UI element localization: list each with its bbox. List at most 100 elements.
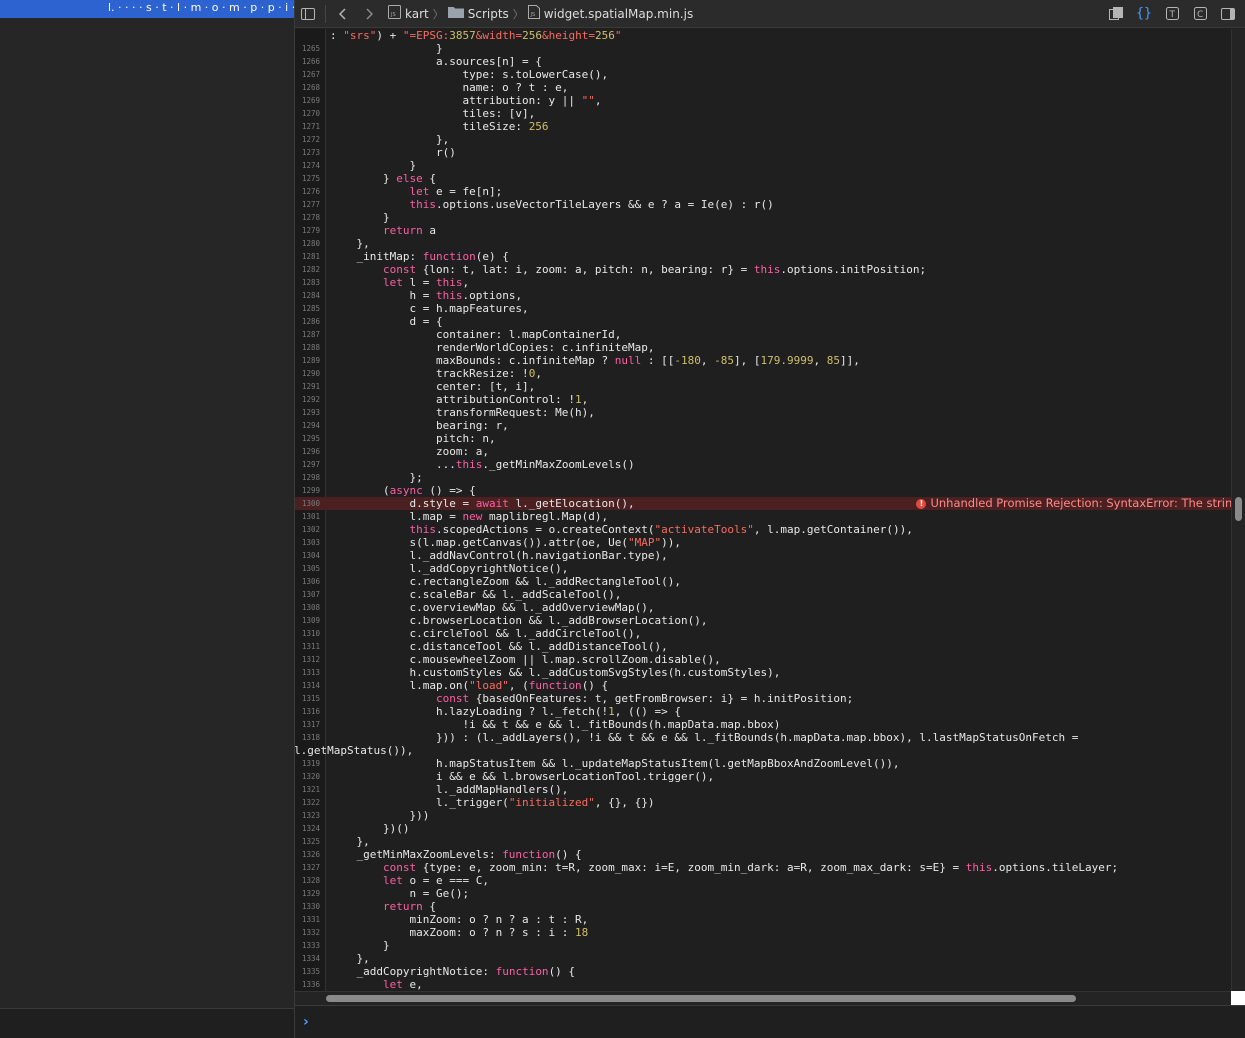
line-number[interactable]: 1323	[295, 809, 320, 822]
toggle-navigation-sidebar-button[interactable]	[295, 3, 321, 25]
line-number[interactable]: 1325	[295, 835, 320, 848]
line-number[interactable]: 1278	[295, 211, 320, 224]
line-number[interactable]: 1335	[295, 965, 320, 978]
line-number[interactable]: 1326	[295, 848, 320, 861]
line-number[interactable]: 1328	[295, 874, 320, 887]
line-number[interactable]: 1297	[295, 458, 320, 471]
line-number[interactable]: 1310	[295, 627, 320, 640]
line-number[interactable]: 1312	[295, 653, 320, 666]
line-number[interactable]: 1331	[295, 913, 320, 926]
line-number[interactable]: 1330	[295, 900, 320, 913]
breadcrumb-item-scripts[interactable]: Scripts	[468, 7, 509, 21]
line-number[interactable]: 1288	[295, 341, 320, 354]
line-number[interactable]: 1305	[295, 562, 320, 575]
line-number[interactable]: 1284	[295, 289, 320, 302]
forward-button[interactable]	[356, 3, 382, 25]
line-number[interactable]: 1324	[295, 822, 320, 835]
line-number[interactable]: 1308	[295, 601, 320, 614]
line-number[interactable]: 1315	[295, 692, 320, 705]
line-number[interactable]: 1320	[295, 770, 320, 783]
line-number[interactable]: 1285	[295, 302, 320, 315]
line-number[interactable]: 1321	[295, 783, 320, 796]
line-number[interactable]: 1291	[295, 380, 320, 393]
chevron-right-icon	[366, 7, 373, 20]
line-number[interactable]: 1273	[295, 146, 320, 159]
local-overrides-button[interactable]	[1103, 3, 1129, 25]
line-number[interactable]: 1290	[295, 367, 320, 380]
line-number[interactable]: 1286	[295, 315, 320, 328]
code-line: 1298 };	[295, 471, 1231, 484]
line-number[interactable]: 1300	[295, 497, 320, 510]
line-number[interactable]: 1306	[295, 575, 320, 588]
line-number[interactable]: 1267	[295, 68, 320, 81]
code-text: this.scopedActions = o.createContext("ac…	[409, 523, 913, 536]
line-number[interactable]: 1311	[295, 640, 320, 653]
vertical-scrollbar-thumb[interactable]	[1235, 497, 1242, 521]
line-number[interactable]: 1304	[295, 549, 320, 562]
line-number[interactable]: 1293	[295, 406, 320, 419]
vertical-scrollbar[interactable]	[1231, 29, 1245, 991]
line-number[interactable]: 1316	[295, 705, 320, 718]
line-number[interactable]: 1317	[295, 718, 320, 731]
line-number[interactable]: 1336	[295, 978, 320, 991]
code-coverage-button[interactable]: C	[1187, 3, 1213, 25]
horizontal-scrollbar[interactable]	[295, 991, 1231, 1005]
line-number[interactable]: 1298	[295, 471, 320, 484]
sidebar-selected-item[interactable]: l. · · · · s · t · l · m · o · m · p · p…	[0, 0, 294, 18]
line-number[interactable]: 1275	[295, 172, 320, 185]
line-number[interactable]: 1296	[295, 445, 320, 458]
line-number[interactable]: 1287	[295, 328, 320, 341]
js-folder-icon: JS	[388, 5, 401, 22]
line-number[interactable]: 1294	[295, 419, 320, 432]
line-number[interactable]: 1307	[295, 588, 320, 601]
type-profiler-button[interactable]: T	[1159, 3, 1185, 25]
line-number[interactable]: 1277	[295, 198, 320, 211]
line-number[interactable]: 1329	[295, 887, 320, 900]
line-number[interactable]: 1314	[295, 679, 320, 692]
line-number[interactable]: 1334	[295, 952, 320, 965]
line-number[interactable]: 1279	[295, 224, 320, 237]
line-number[interactable]: 1268	[295, 81, 320, 94]
line-number[interactable]: 1302	[295, 523, 320, 536]
line-number[interactable]: 1272	[295, 133, 320, 146]
line-number[interactable]: 1269	[295, 94, 320, 107]
breadcrumb-item-file[interactable]: widget.spatialMap.min.js	[544, 7, 693, 21]
line-number[interactable]: 1301	[295, 510, 320, 523]
console-input[interactable]	[314, 1012, 1245, 1032]
code-editor[interactable]: : "srs") + "=EPSG:3857&width=256&height=…	[295, 29, 1231, 991]
line-number[interactable]: 1271	[295, 120, 320, 133]
line-number[interactable]: 1333	[295, 939, 320, 952]
code-text: },	[330, 952, 370, 965]
line-number[interactable]: 1276	[295, 185, 320, 198]
sidebar-panel: l. · · · · s · t · l · m · o · m · p · p…	[0, 0, 295, 1038]
line-number[interactable]: 1313	[295, 666, 320, 679]
line-number[interactable]: 1280	[295, 237, 320, 250]
breadcrumb-item-kart[interactable]: kart	[405, 7, 429, 21]
line-number[interactable]: 1274	[295, 159, 320, 172]
line-number[interactable]: 1318	[295, 731, 320, 744]
line-number[interactable]: 1319	[295, 757, 320, 770]
code-line: 1289 maxBounds: c.infiniteMap ? null : […	[295, 354, 1231, 367]
line-number[interactable]: 1265	[295, 42, 320, 55]
line-number[interactable]: 1332	[295, 926, 320, 939]
toggle-details-sidebar-button[interactable]	[1215, 3, 1241, 25]
line-number[interactable]: 1327	[295, 861, 320, 874]
chevron-right-icon: 〉	[432, 7, 444, 21]
line-number[interactable]: 1303	[295, 536, 320, 549]
line-number[interactable]: 1266	[295, 55, 320, 68]
line-number[interactable]: 1322	[295, 796, 320, 809]
back-button[interactable]	[330, 3, 356, 25]
inline-error-message[interactable]: ! Unhandled Promise Rejection: SyntaxErro…	[916, 497, 1231, 510]
line-number[interactable]: 1270	[295, 107, 320, 120]
folder-icon	[447, 6, 464, 21]
line-number[interactable]: 1281	[295, 250, 320, 263]
line-number[interactable]: 1289	[295, 354, 320, 367]
line-number[interactable]: 1282	[295, 263, 320, 276]
line-number[interactable]: 1292	[295, 393, 320, 406]
line-number[interactable]: 1283	[295, 276, 320, 289]
horizontal-scrollbar-thumb[interactable]	[326, 995, 1076, 1002]
line-number[interactable]: 1299	[295, 484, 320, 497]
line-number[interactable]: 1295	[295, 432, 320, 445]
line-number[interactable]: 1309	[295, 614, 320, 627]
pretty-print-button[interactable]: {}	[1131, 3, 1157, 25]
